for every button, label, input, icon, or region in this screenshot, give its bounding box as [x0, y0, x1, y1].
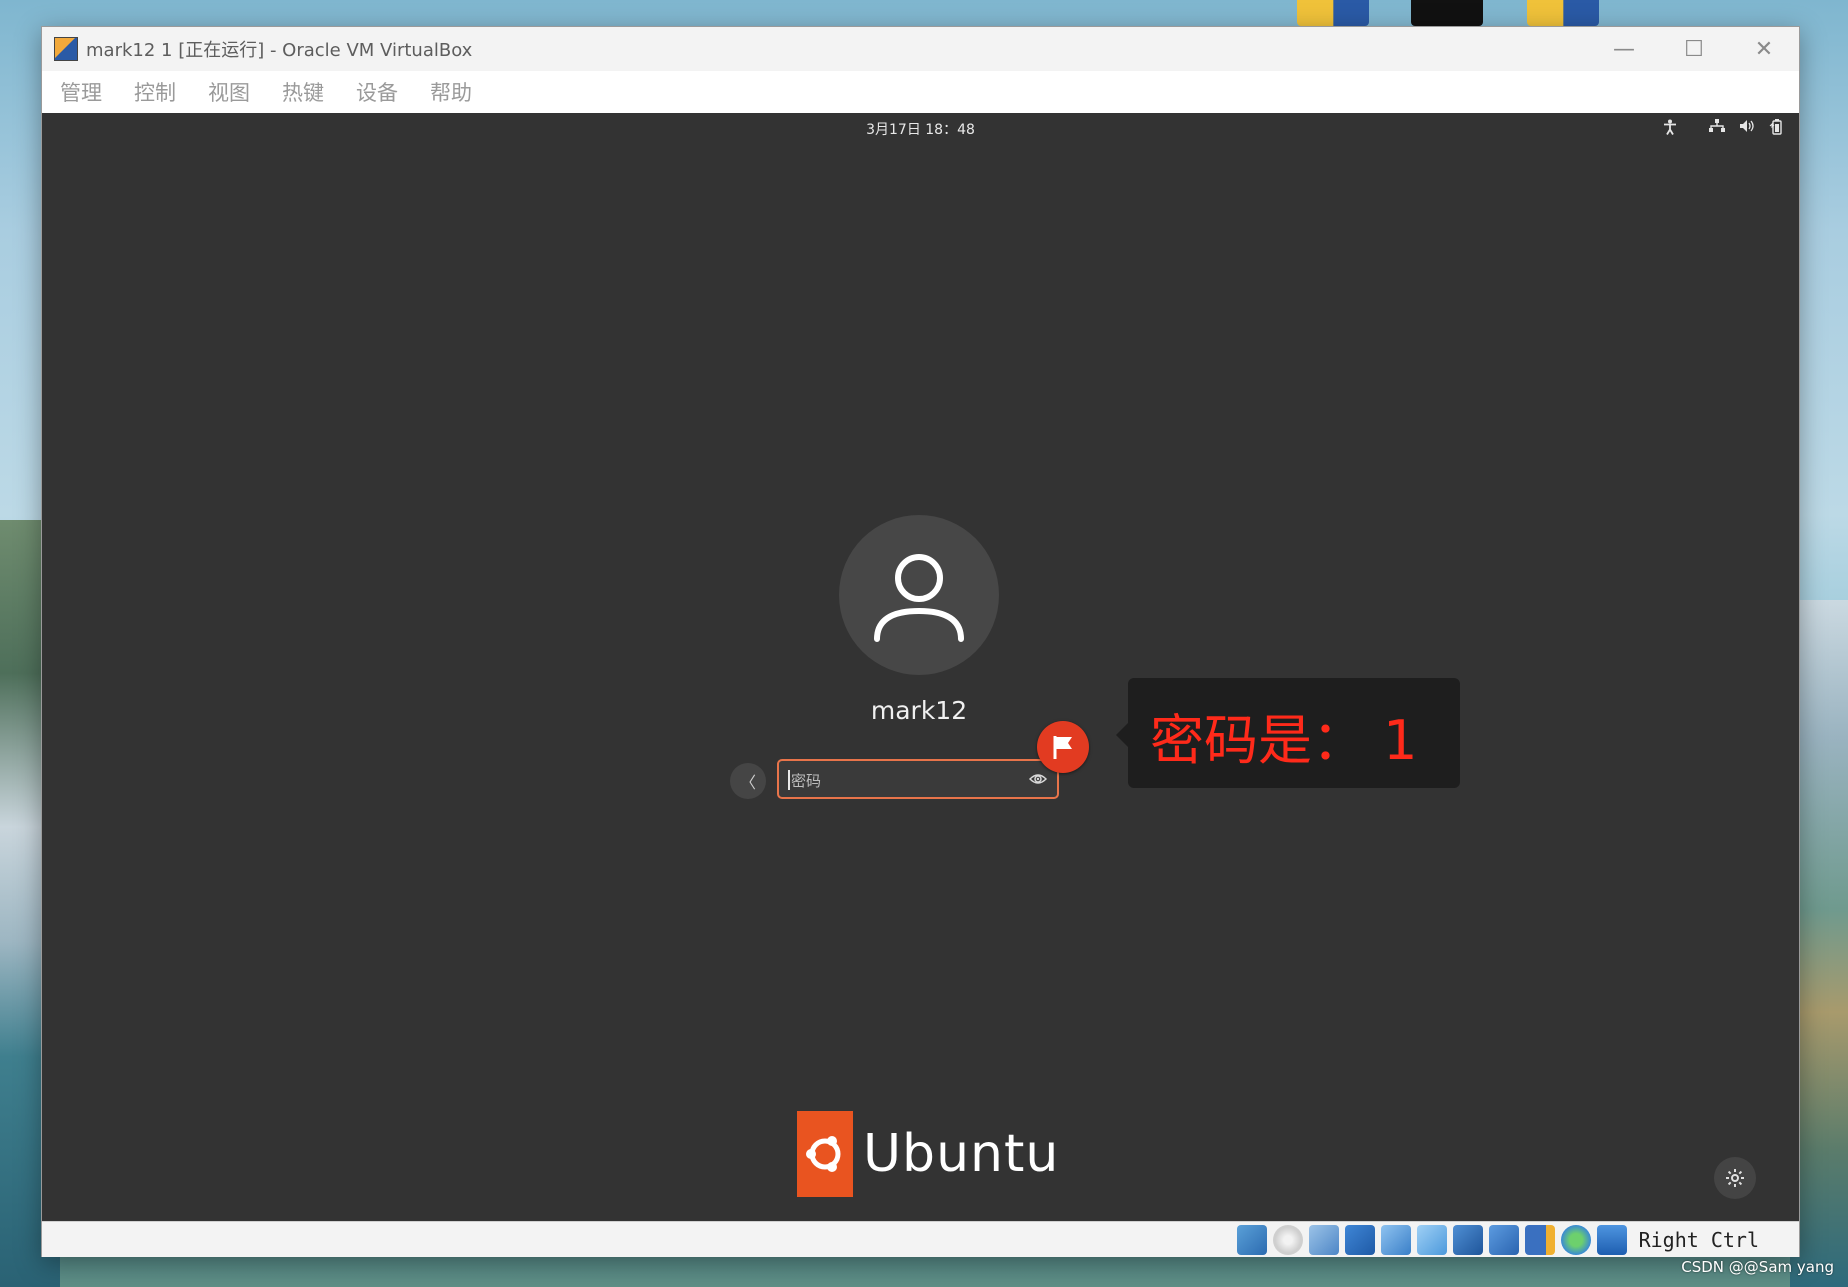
settings-gear-icon [1726, 1169, 1744, 1187]
title-bar[interactable]: mark12 1 [正在运行] - Oracle VM VirtualBox —… [42, 27, 1799, 71]
network-icon[interactable] [1709, 119, 1725, 139]
display-icon[interactable] [1452, 1225, 1483, 1255]
status-bar: Right Ctrl [42, 1221, 1799, 1257]
password-placeholder: 密码 [791, 772, 822, 790]
system-tray[interactable] [1663, 119, 1783, 139]
app-icon [54, 37, 78, 61]
cpu-virtualization-icon[interactable] [1524, 1225, 1555, 1255]
clock[interactable]: 3月17日 18：48 [42, 119, 1799, 139]
maximize-icon: ☐ [1684, 36, 1704, 62]
usb-icon[interactable] [1380, 1225, 1411, 1255]
desktop-shortcut-icon[interactable] [1527, 0, 1599, 26]
vm-display[interactable]: 3月17日 18：48 mark12 〈 密码 密码是： 1 Ubuntu [42, 113, 1799, 1221]
user-avatar-icon [874, 554, 964, 642]
recording-icon[interactable] [1488, 1225, 1519, 1255]
ubuntu-circle-of-friends-icon [797, 1111, 853, 1197]
network-adapter-icon[interactable] [1344, 1225, 1375, 1255]
accessibility-icon[interactable] [1663, 119, 1677, 139]
ubuntu-logo: Ubuntu [797, 1111, 1059, 1197]
window-controls: — ☐ ✕ [1589, 27, 1799, 71]
annotation-text: 密码是： 1 [1150, 709, 1418, 772]
shared-folder-icon[interactable] [1416, 1225, 1447, 1255]
menu-manage[interactable]: 管理 [60, 77, 102, 107]
maximize-button[interactable]: ☐ [1659, 27, 1729, 71]
password-field[interactable]: 密码 [777, 759, 1059, 799]
session-settings-button[interactable] [1714, 1157, 1756, 1199]
ubuntu-wordmark: Ubuntu [863, 1124, 1060, 1184]
menu-view[interactable]: 视图 [208, 77, 250, 107]
close-icon: ✕ [1754, 36, 1774, 62]
menu-hotkeys[interactable]: 热键 [282, 77, 324, 107]
watermark: CSDN @@Sam yang [1681, 1258, 1834, 1276]
close-button[interactable]: ✕ [1729, 27, 1799, 71]
optical-drive-icon[interactable] [1272, 1225, 1303, 1255]
window-title: mark12 1 [正在运行] - Oracle VM VirtualBox [86, 40, 473, 61]
annotation-tooltip: 密码是： 1 [1116, 678, 1460, 788]
virtualbox-window: mark12 1 [正在运行] - Oracle VM VirtualBox —… [41, 26, 1800, 1257]
back-button[interactable]: 〈 [730, 763, 766, 799]
status-icons: Right Ctrl [1236, 1225, 1759, 1255]
hard-disk-icon[interactable] [1236, 1225, 1267, 1255]
menu-control[interactable]: 控制 [134, 77, 176, 107]
menu-help[interactable]: 帮助 [430, 77, 472, 107]
eye-icon[interactable] [1028, 770, 1048, 792]
minimize-button[interactable]: — [1589, 27, 1659, 71]
battery-icon[interactable] [1769, 119, 1783, 139]
minimize-icon: — [1613, 36, 1635, 62]
menu-bar: 管理 控制 视图 热键 设备 帮助 [42, 71, 1799, 113]
mouse-integration-icon[interactable] [1596, 1225, 1627, 1255]
volume-icon[interactable] [1739, 119, 1755, 139]
guest-additions-icon[interactable] [1560, 1225, 1591, 1255]
desktop-shortcut-icon[interactable] [1297, 0, 1369, 26]
back-arrow-icon: 〈 [739, 773, 756, 792]
annotation-flag [1037, 721, 1089, 773]
menu-devices[interactable]: 设备 [356, 77, 398, 107]
desktop-shortcut-icon[interactable] [1411, 0, 1483, 26]
host-key-label: Right Ctrl [1638, 1228, 1759, 1252]
audio-icon[interactable] [1308, 1225, 1339, 1255]
text-caret [788, 770, 790, 790]
user-avatar[interactable] [839, 515, 999, 675]
flag-icon [1053, 736, 1072, 759]
username-label: mark12 [870, 696, 968, 725]
